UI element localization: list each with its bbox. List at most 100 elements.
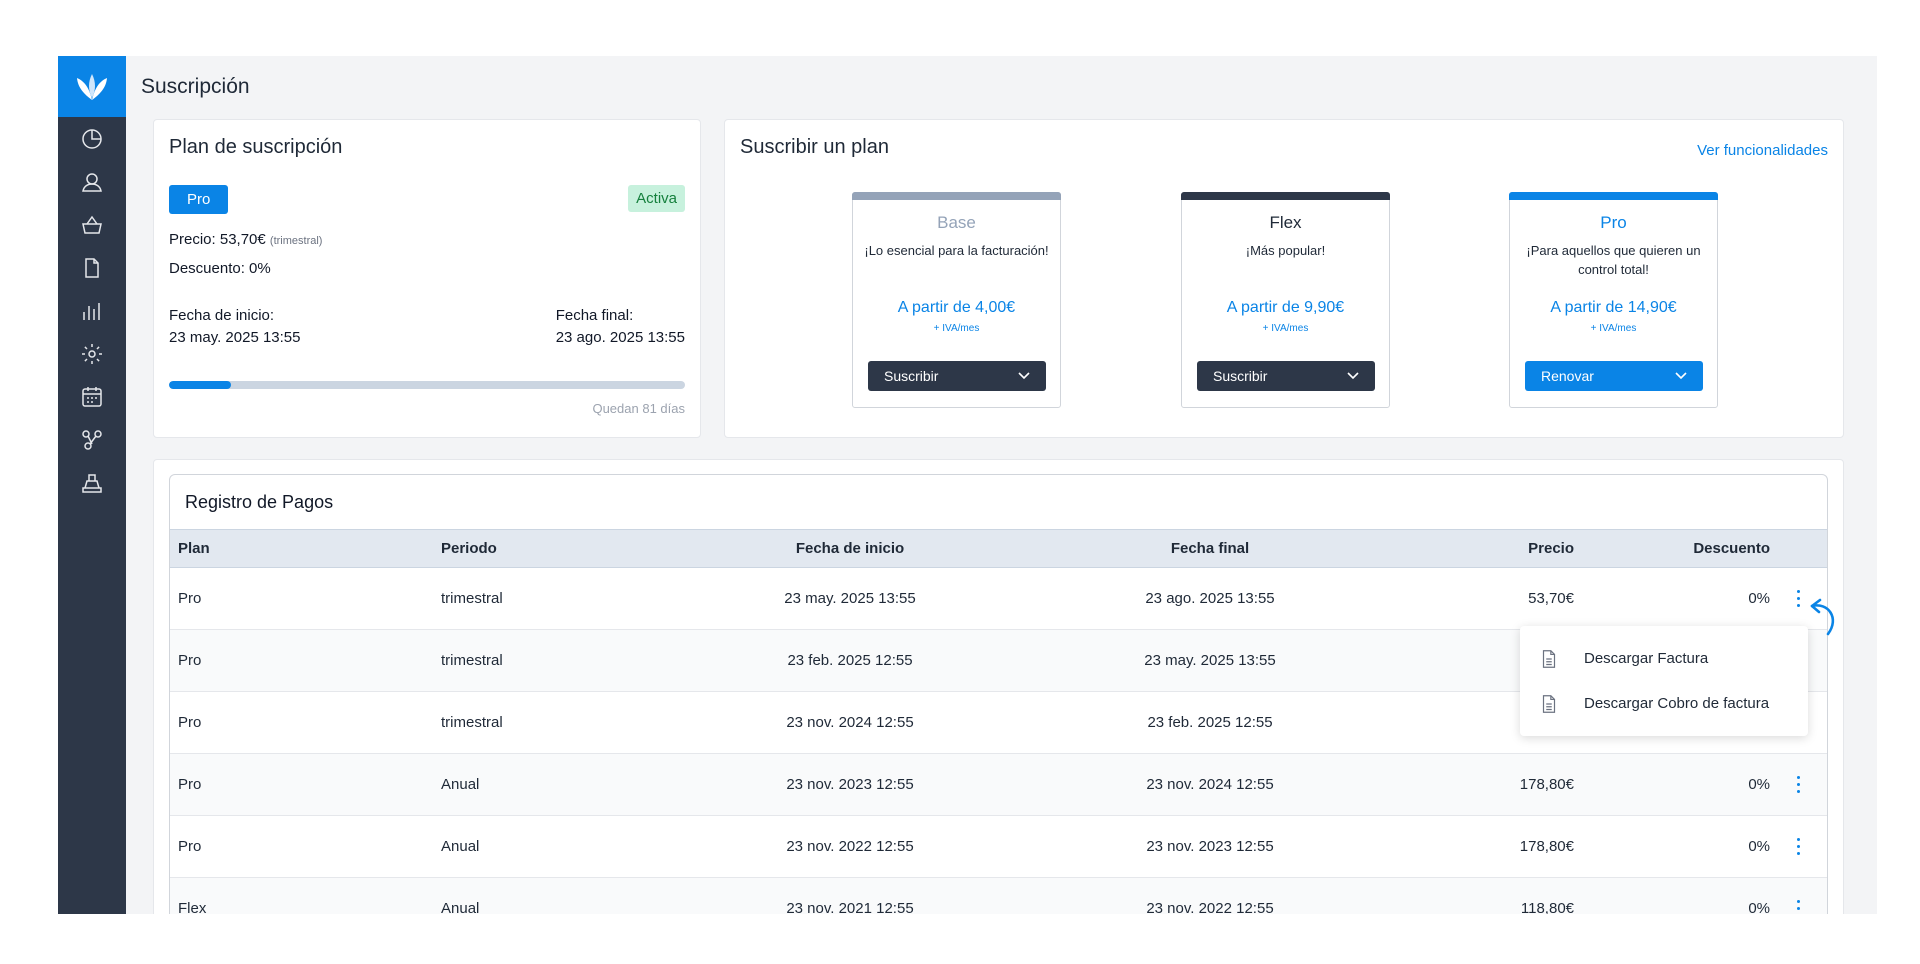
table-row: Pro trimestral 23 may. 2025 13:55 23 ago… bbox=[170, 568, 1827, 630]
nav-settings[interactable] bbox=[58, 332, 126, 375]
kebab-icon bbox=[1796, 900, 1800, 914]
remaining-days: Quedan 81 días bbox=[592, 401, 685, 416]
tier-desc: ¡Más popular! bbox=[1245, 243, 1326, 258]
tier-name: Pro bbox=[1600, 213, 1627, 232]
nav-clients[interactable] bbox=[58, 160, 126, 203]
kebab-icon bbox=[1796, 776, 1800, 793]
page-title: Suscripción bbox=[141, 74, 250, 98]
cell-plan: Pro bbox=[178, 714, 202, 731]
tier-iva: + IVA/mes bbox=[1262, 323, 1309, 334]
col-start: Fecha de inicio bbox=[795, 540, 905, 557]
col-plan: Plan bbox=[178, 540, 210, 557]
cell-end: 23 nov. 2023 12:55 bbox=[1146, 838, 1274, 855]
cell-plan: Pro bbox=[178, 652, 202, 669]
chart-icon bbox=[83, 302, 100, 320]
plan-dates: Fecha de inicio: 23 may. 2025 13:55 Fech… bbox=[169, 305, 685, 355]
table-row: Pro Anual 23 nov. 2023 12:55 23 nov. 202… bbox=[170, 754, 1827, 816]
cell-price: 178,80€ bbox=[1519, 776, 1574, 793]
table-body: Pro trimestral 23 may. 2025 13:55 23 ago… bbox=[170, 568, 1827, 914]
nav-reports[interactable] bbox=[58, 289, 126, 332]
tier-iva: + IVA/mes bbox=[933, 323, 980, 334]
subscribe-card-title: Suscribir un plan bbox=[740, 136, 889, 158]
cell-price: 178,80€ bbox=[1519, 838, 1574, 855]
button-label: Renovar bbox=[1541, 368, 1594, 384]
renew-pro-button[interactable]: Renovar bbox=[1525, 361, 1703, 391]
cell-end: 23 nov. 2024 12:55 bbox=[1146, 776, 1274, 793]
plan-discount: Descuento: 0% bbox=[169, 260, 271, 277]
subscribe-plan-card: Suscribir un plan Ver funcionalidades Ba… bbox=[724, 119, 1844, 438]
cell-end: 23 may. 2025 13:55 bbox=[1144, 652, 1276, 669]
integrations-icon bbox=[82, 429, 102, 450]
row-actions-button[interactable] bbox=[1788, 754, 1808, 815]
cell-plan: Pro bbox=[178, 590, 202, 607]
plan-end: Fecha final: 23 ago. 2025 13:55 bbox=[556, 305, 685, 349]
calendar-icon bbox=[82, 386, 102, 407]
row-actions-button[interactable] bbox=[1788, 878, 1808, 914]
view-features-link[interactable]: Ver funcionalidades bbox=[1697, 142, 1828, 159]
cell-start: 23 nov. 2024 12:55 bbox=[786, 714, 914, 731]
cell-discount: 0% bbox=[1748, 900, 1770, 914]
plan-start: Fecha de inicio: 23 may. 2025 13:55 bbox=[169, 305, 300, 349]
col-discount: Descuento bbox=[1693, 540, 1770, 557]
download-receipt-item[interactable]: Descargar Cobro de factura bbox=[1520, 681, 1808, 726]
nav-sales[interactable] bbox=[58, 203, 126, 246]
subscribe-flex-button[interactable]: Suscribir bbox=[1197, 361, 1375, 391]
logo[interactable] bbox=[58, 56, 126, 117]
basket-icon bbox=[82, 215, 102, 234]
plan-price-value: Precio: 53,70€ bbox=[169, 231, 266, 248]
download-invoice-item[interactable]: Descargar Factura bbox=[1520, 636, 1808, 681]
kebab-icon bbox=[1796, 838, 1800, 855]
cell-period: Anual bbox=[441, 838, 480, 855]
cell-price: 118,80€ bbox=[1520, 900, 1574, 914]
col-end: Fecha final bbox=[1170, 540, 1250, 557]
tier-price: A partir de 4,00€ bbox=[897, 299, 1016, 316]
subscribe-base-button[interactable]: Suscribir bbox=[868, 361, 1046, 391]
button-label: Suscribir bbox=[884, 368, 939, 384]
tier-price: A partir de 9,90€ bbox=[1226, 299, 1345, 316]
row-actions-button[interactable] bbox=[1788, 568, 1808, 629]
tier-pro-topbar bbox=[1509, 192, 1718, 200]
sidebar bbox=[58, 56, 126, 914]
leaf-logo-icon bbox=[77, 73, 107, 100]
tier-base: Base ¡Lo esencial para la facturación! A… bbox=[852, 192, 1061, 408]
subscription-plan-card: Plan de suscripción Pro Activa Precio: 5… bbox=[153, 119, 701, 438]
cell-period: Anual bbox=[441, 776, 480, 793]
cell-start: 23 nov. 2021 12:55 bbox=[786, 900, 914, 914]
col-price: Precio bbox=[1528, 540, 1574, 557]
tier-base-topbar bbox=[852, 192, 1061, 200]
table-header: Plan Periodo Fecha de inicio Fecha final… bbox=[170, 529, 1827, 568]
cell-period: trimestral bbox=[441, 652, 503, 669]
document-icon bbox=[85, 257, 99, 278]
app-window: Suscripción Plan de suscripción Pro Acti… bbox=[58, 56, 1877, 914]
row-actions-button[interactable] bbox=[1788, 816, 1808, 877]
menu-item-label: Descargar Cobro de factura bbox=[1584, 695, 1770, 712]
cell-plan: Pro bbox=[178, 776, 202, 793]
end-value: 23 ago. 2025 13:55 bbox=[555, 329, 685, 346]
tier-name: Base bbox=[937, 213, 976, 232]
table-row: Flex Anual 23 nov. 2021 12:55 23 nov. 20… bbox=[170, 878, 1827, 914]
plan-card-title: Plan de suscripción bbox=[169, 136, 343, 158]
chevron-down-icon bbox=[1018, 372, 1030, 380]
nav-pos[interactable] bbox=[58, 461, 126, 504]
nav-integrations[interactable] bbox=[58, 418, 126, 461]
end-label: Fecha final: bbox=[555, 307, 634, 324]
tier-flex-topbar bbox=[1181, 192, 1390, 200]
menu-item-label: Descargar Factura bbox=[1584, 650, 1709, 667]
tier-price: A partir de 14,90€ bbox=[1550, 299, 1677, 316]
cell-end: 23 nov. 2022 12:55 bbox=[1146, 900, 1274, 914]
nav-documents[interactable] bbox=[58, 246, 126, 289]
tier-desc: ¡Lo esencial para la facturación! bbox=[864, 243, 1049, 258]
cell-start: 23 may. 2025 13:55 bbox=[784, 590, 916, 607]
nav-calendar[interactable] bbox=[58, 375, 126, 418]
cell-discount: 0% bbox=[1748, 776, 1770, 793]
gear-icon bbox=[82, 343, 102, 364]
status-badge: Activa bbox=[628, 185, 685, 212]
document-icon bbox=[1542, 694, 1556, 713]
start-value: 23 may. 2025 13:55 bbox=[169, 329, 301, 346]
tier-flex: Flex ¡Más popular! A partir de 9,90€ + I… bbox=[1181, 192, 1390, 408]
nav-dashboard[interactable] bbox=[58, 117, 126, 160]
cell-end: 23 feb. 2025 12:55 bbox=[1147, 714, 1273, 731]
row-actions-menu: Descargar Factura Descargar Cobro de fac… bbox=[1520, 626, 1808, 736]
cell-discount: 0% bbox=[1748, 590, 1770, 607]
cell-plan: Pro bbox=[178, 838, 202, 855]
